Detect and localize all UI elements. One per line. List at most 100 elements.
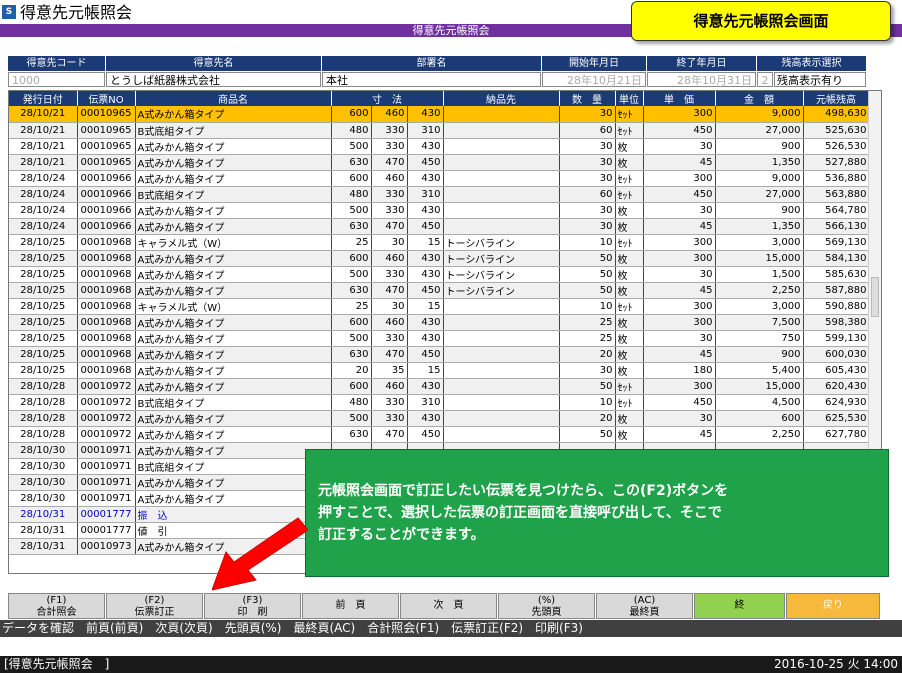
last-page-button[interactable]: (AC) 最終頁 (596, 593, 693, 619)
first-page-button[interactable]: (%) 先頭頁 (498, 593, 595, 619)
table-cell: 20 (559, 346, 616, 363)
table-row[interactable]: 28/10/25 00010968 キャラメル式（W） 25 30 15 10 ｾｯﾄ 300 3… (9, 298, 870, 315)
table-cell: 900 (715, 138, 804, 155)
table-cell: 310 (407, 394, 444, 411)
table-cell: 枚 (615, 330, 644, 347)
table-cell (443, 170, 560, 187)
end-button[interactable]: 終 (694, 593, 785, 619)
table-cell (443, 218, 560, 235)
table-cell: 28/10/25 (9, 282, 78, 299)
table-cell: 00010972 (77, 394, 136, 411)
table-row[interactable]: 28/10/24 00010966 A式みかん箱タイプ 500 330 430 30 枚 30 9… (9, 202, 870, 219)
table-row[interactable]: 28/10/21 00010965 A式みかん箱タイプ 600 460 430 30 ｾｯﾄ 3… (9, 106, 870, 123)
function-key-bar: (F1) 合計照会 (F2) 伝票訂正 (F3) 印 刷 前 頁 次 頁 (%)… (8, 593, 880, 619)
table-cell: 枚 (615, 426, 644, 443)
table-row[interactable]: 28/10/28 00010972 A式みかん箱タイプ 500 330 430 20 枚 30 6… (9, 410, 870, 427)
table-row[interactable]: 28/10/21 00010965 A式みかん箱タイプ 630 470 450 30 枚 45 1… (9, 154, 870, 171)
table-row[interactable]: 28/10/24 00010966 A式みかん箱タイプ 630 470 450 30 枚 45 1… (9, 218, 870, 235)
scrollbar-thumb[interactable] (871, 277, 879, 317)
table-cell: 15 (407, 362, 444, 379)
table-cell: ｾｯﾄ (615, 298, 644, 315)
table-cell: 526,530 (803, 138, 870, 155)
table-cell: 枚 (615, 346, 644, 363)
prev-page-button[interactable]: 前 頁 (302, 593, 399, 619)
table-cell: 470 (371, 346, 408, 363)
table-row[interactable]: 28/10/25 00010968 A式みかん箱タイプ 500 330 430 25 枚 30 7… (9, 330, 870, 347)
table-cell (443, 410, 560, 427)
table-row[interactable]: 28/10/21 00010965 B式底組タイプ 480 330 310 60 ｾｯﾄ 450… (9, 122, 870, 139)
table-cell: トーシバライン (443, 250, 560, 267)
table-row[interactable]: 28/10/25 00010968 A式みかん箱タイプ 600 460 430 トーシバライ… (9, 250, 870, 267)
table-row[interactable]: 28/10/28 00010972 A式みかん箱タイプ 630 470 450 50 枚 45 2… (9, 426, 870, 443)
table-cell: 330 (371, 186, 408, 203)
table-cell: 600 (331, 314, 372, 331)
table-cell: 450 (407, 426, 444, 443)
table-cell: 7,500 (715, 314, 804, 331)
fkey-code: (%) (537, 595, 556, 606)
table-cell: 28/10/25 (9, 250, 78, 267)
col-dimensions: 寸 法 (331, 91, 444, 106)
table-cell: 15,000 (715, 378, 804, 395)
table-row[interactable]: 28/10/28 00010972 B式底組タイプ 480 330 310 10 ｾｯﾄ 450… (9, 394, 870, 411)
table-cell: 枚 (615, 282, 644, 299)
table-cell: 536,880 (803, 170, 870, 187)
table-row[interactable]: 28/10/25 00010968 A式みかん箱タイプ 630 470 450 トーシバライ… (9, 282, 870, 299)
table-cell: 30 (643, 202, 716, 219)
table-cell: 450 (643, 122, 716, 139)
table-cell: 460 (371, 106, 408, 123)
table-row[interactable]: 28/10/25 00010968 キャラメル式（W） 25 30 15 トーシバライン 10… (9, 234, 870, 251)
table-cell: 45 (643, 154, 716, 171)
table-cell: 00010966 (77, 186, 136, 203)
f3-print-button[interactable]: (F3) 印 刷 (204, 593, 301, 619)
f1-total-button[interactable]: (F1) 合計照会 (8, 593, 105, 619)
table-cell: 480 (331, 394, 372, 411)
table-cell: 460 (371, 250, 408, 267)
table-row[interactable]: 28/10/25 00010968 A式みかん箱タイプ 600 460 430 25 枚 300… (9, 314, 870, 331)
table-cell: 500 (331, 330, 372, 347)
balance-option-number[interactable]: 2 (757, 72, 773, 87)
end-date-field[interactable]: 28年10月31日 (647, 72, 756, 87)
table-cell: ｾｯﾄ (615, 186, 644, 203)
back-button[interactable]: 戻り (786, 593, 880, 619)
table-cell: 20 (331, 362, 372, 379)
table-cell: 00010968 (77, 362, 136, 379)
fkey-code: (F1) (46, 595, 67, 606)
table-cell: 28/10/25 (9, 314, 78, 331)
table-row[interactable]: 28/10/21 00010965 A式みかん箱タイプ 500 330 430 30 枚 30 9… (9, 138, 870, 155)
header-department: 部署名 (322, 56, 541, 71)
table-cell: 480 (331, 122, 372, 139)
table-row[interactable]: 28/10/25 00010968 A式みかん箱タイプ 20 35 15 30 枚 180 5,4… (9, 362, 870, 379)
table-row[interactable]: 28/10/24 00010966 B式底組タイプ 480 330 310 60 ｾｯﾄ 450… (9, 186, 870, 203)
status-screen-name: [得意先元帳照会 ] (4, 657, 110, 671)
table-row[interactable]: 28/10/25 00010968 A式みかん箱タイプ 500 330 430 トーシバライ… (9, 266, 870, 283)
customer-code-field[interactable]: 1000 (8, 72, 105, 87)
fkey-label: 最終頁 (629, 607, 660, 618)
table-cell: 470 (371, 282, 408, 299)
table-cell: 330 (371, 266, 408, 283)
table-cell: 30 (559, 154, 616, 171)
table-row[interactable]: 28/10/24 00010966 A式みかん箱タイプ 600 460 430 30 ｾｯﾄ 3… (9, 170, 870, 187)
table-cell: 27,000 (715, 122, 804, 139)
table-cell: A式みかん箱タイプ (135, 170, 332, 187)
table-cell: 300 (643, 106, 716, 123)
table-cell: 00001777 (77, 506, 136, 523)
department-field: 本社 (322, 72, 541, 87)
table-cell: 330 (371, 330, 408, 347)
table-cell: 5,400 (715, 362, 804, 379)
table-cell: A式みかん箱タイプ (135, 490, 332, 507)
col-unit-price: 単 価 (643, 91, 716, 106)
f2-slip-correction-button[interactable]: (F2) 伝票訂正 (106, 593, 203, 619)
table-cell: 2,250 (715, 282, 804, 299)
header-customer-name: 得意先名 (106, 56, 321, 71)
table-cell: 15,000 (715, 250, 804, 267)
fkey-label: 合計照会 (36, 607, 77, 618)
table-cell: 1,500 (715, 266, 804, 283)
table-cell: 00010968 (77, 298, 136, 315)
table-cell: 300 (643, 298, 716, 315)
table-row[interactable]: 28/10/25 00010968 A式みかん箱タイプ 630 470 450 20 枚 45 9… (9, 346, 870, 363)
col-slip-no: 伝票NO (77, 91, 136, 106)
next-page-button[interactable]: 次 頁 (400, 593, 497, 619)
start-date-field[interactable]: 28年10月21日 (542, 72, 646, 87)
table-row[interactable]: 28/10/28 00010972 A式みかん箱タイプ 600 460 430 50 ｾｯﾄ 3… (9, 378, 870, 395)
table-cell: 28/10/28 (9, 426, 78, 443)
